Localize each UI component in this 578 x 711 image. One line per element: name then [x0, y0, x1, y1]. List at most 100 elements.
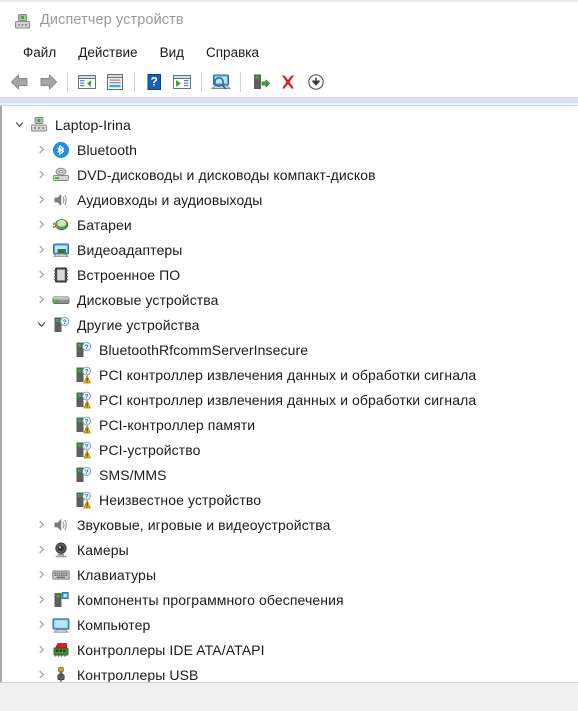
- keyboard-icon: [52, 566, 70, 584]
- svg-text:?: ?: [85, 419, 89, 425]
- scan-for-hardware-changes-icon[interactable]: [207, 69, 235, 95]
- chevron-right-icon[interactable]: [30, 562, 52, 587]
- chevron-right-icon[interactable]: [30, 212, 52, 237]
- tree-row-label: Другие устройства: [77, 316, 200, 333]
- unknown-device-icon: ?: [74, 466, 92, 484]
- chevron-right-icon[interactable]: [30, 137, 52, 162]
- tree-row-label: Bluetooth: [77, 141, 138, 158]
- tree-row[interactable]: Камеры: [2, 537, 578, 562]
- camera-icon: [52, 541, 70, 559]
- chevron-right-icon[interactable]: [30, 587, 52, 612]
- tree-row[interactable]: ? PCI-контроллер памяти: [2, 412, 578, 437]
- chevron-right-icon[interactable]: [30, 187, 52, 212]
- menu-help[interactable]: Справка: [195, 43, 270, 63]
- tree-row-label: PCI-контроллер памяти: [99, 416, 256, 433]
- tree-row[interactable]: ? PCI-устройство: [2, 437, 578, 462]
- chevron-right-icon[interactable]: [30, 237, 52, 262]
- toolbar-separator: [240, 71, 241, 92]
- dvd-drive-icon: [52, 166, 70, 184]
- tree-row[interactable]: DVD-дисководы и дисководы компакт-дисков: [2, 162, 578, 187]
- tree-row-label: Контроллеры IDE ATA/ATAPI: [77, 641, 265, 658]
- tree-row-label: Видеоадаптеры: [77, 241, 183, 258]
- uninstall-device-icon[interactable]: [274, 69, 302, 95]
- svg-text:?: ?: [85, 344, 89, 351]
- tree-panel: Laptop-Irina Bluetooth DVD-дисководы и дис…: [0, 106, 578, 682]
- device-tree[interactable]: Laptop-Irina Bluetooth DVD-дисководы и дис…: [2, 106, 578, 682]
- chevron-down-icon[interactable]: [8, 112, 30, 137]
- tree-row[interactable]: Аудиовходы и аудиовыходы: [2, 187, 578, 212]
- chevron-right-icon[interactable]: [30, 637, 52, 662]
- svg-text:?: ?: [85, 394, 89, 400]
- unknown-device-warning-icon: ?: [74, 391, 92, 409]
- enable-device-icon[interactable]: [246, 69, 274, 95]
- toolbar-divider-band: [0, 98, 578, 106]
- tree-row-label: DVD-дисководы и дисководы компакт-дисков: [77, 166, 376, 183]
- tree-row[interactable]: ? Другие устройства: [2, 312, 578, 337]
- tree-row[interactable]: Bluetooth: [2, 137, 578, 162]
- software-component-icon: [52, 591, 70, 609]
- tree-row-label: SMS/MMS: [99, 466, 167, 483]
- svg-text:?: ?: [63, 319, 67, 326]
- tree-row[interactable]: Видеоадаптеры: [2, 237, 578, 262]
- download-update-icon[interactable]: [302, 69, 330, 95]
- chevron-right-icon[interactable]: [30, 262, 52, 287]
- chevron-down-icon[interactable]: [30, 312, 52, 337]
- toolbar-separator: [67, 71, 68, 92]
- tree-row-label: BluetoothRfcommServerInsecure: [99, 341, 309, 358]
- update-driver-icon[interactable]: [168, 69, 196, 95]
- tree-row[interactable]: ? BluetoothRfcommServerInsecure: [2, 337, 578, 362]
- tree-row-label: Компьютер: [77, 616, 151, 633]
- tree-row[interactable]: Компьютер: [2, 612, 578, 637]
- tree-row[interactable]: Звуковые, игровые и видеоустройства: [2, 512, 578, 537]
- firmware-icon: [52, 266, 70, 284]
- tree-row[interactable]: ? PCI контроллер извлечения данных и обра…: [2, 362, 578, 387]
- chevron-right-icon[interactable]: [30, 512, 52, 537]
- tree-row-label: Дисковые устройства: [77, 291, 219, 308]
- forward-arrow-icon[interactable]: [34, 69, 62, 95]
- menu-file[interactable]: Файл: [12, 43, 67, 63]
- tree-row-label: PCI-устройство: [99, 441, 201, 458]
- tree-row[interactable]: Компоненты программного обеспечения: [2, 587, 578, 612]
- tree-row[interactable]: ? SMS/MMS: [2, 462, 578, 487]
- toolbar: ?: [0, 66, 578, 98]
- chevron-right-icon[interactable]: [30, 162, 52, 187]
- tree-row-label: PCI контроллер извлечения данных и обраб…: [99, 366, 477, 383]
- chevron-right-icon[interactable]: [30, 662, 52, 682]
- svg-text:?: ?: [85, 469, 89, 476]
- tree-row[interactable]: Контроллеры IDE ATA/ATAPI: [2, 637, 578, 662]
- tree-row[interactable]: ? PCI контроллер извлечения данных и обра…: [2, 387, 578, 412]
- speaker-icon: [52, 516, 70, 534]
- chevron-right-icon[interactable]: [30, 287, 52, 312]
- help-icon[interactable]: ?: [140, 69, 168, 95]
- ide-controller-icon: [52, 641, 70, 659]
- unknown-device-warning-icon: ?: [74, 416, 92, 434]
- chevron-right-icon[interactable]: [30, 537, 52, 562]
- unknown-device-warning-icon: ?: [74, 366, 92, 384]
- device-manager-icon: [14, 13, 31, 30]
- tree-row-label: Компоненты программного обеспечения: [77, 591, 344, 608]
- tree-row-label: Клавиатуры: [77, 566, 157, 583]
- tree-row-label: Камеры: [77, 541, 129, 558]
- tree-row[interactable]: ? Неизвестное устройство: [2, 487, 578, 512]
- properties-icon[interactable]: [101, 69, 129, 95]
- tree-row[interactable]: Контроллеры USB: [2, 662, 578, 682]
- chevron-right-icon[interactable]: [30, 612, 52, 637]
- tree-row-label: Контроллеры USB: [77, 666, 199, 683]
- back-arrow-icon[interactable]: [6, 69, 34, 95]
- band-highlight: [0, 98, 578, 103]
- toolbar-separator: [134, 71, 135, 92]
- show-hide-console-tree-icon[interactable]: [73, 69, 101, 95]
- toolbar-separator: [201, 71, 202, 92]
- device-manager-window: Диспетчер устройств Файл Действие Вид Сп…: [0, 0, 578, 711]
- tree-row[interactable]: Клавиатуры: [2, 562, 578, 587]
- tree-row[interactable]: Встроенное ПО: [2, 262, 578, 287]
- tree-row[interactable]: Батареи: [2, 212, 578, 237]
- svg-text:?: ?: [151, 74, 158, 88]
- tree-row[interactable]: Дисковые устройства: [2, 287, 578, 312]
- menu-view[interactable]: Вид: [149, 43, 195, 63]
- menu-action[interactable]: Действие: [67, 43, 148, 63]
- tree-row[interactable]: Laptop-Irina: [2, 112, 578, 137]
